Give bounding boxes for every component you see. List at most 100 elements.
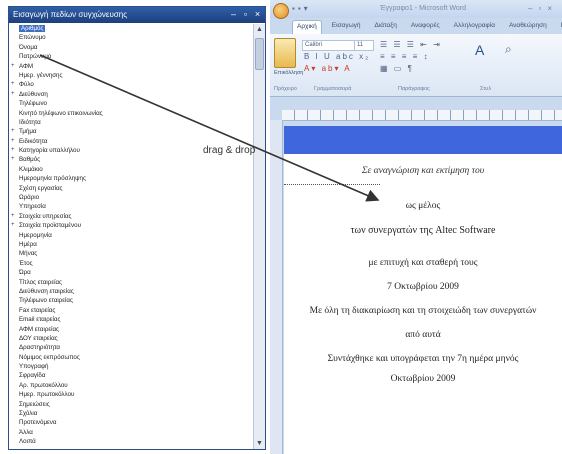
- field-list-item[interactable]: Άλλα: [9, 428, 253, 437]
- ribbon-tab[interactable]: Αναφορές: [407, 20, 444, 34]
- editing-icon[interactable]: ⌕: [505, 42, 514, 57]
- field-list-item[interactable]: Έτος: [9, 259, 253, 268]
- expand-icon[interactable]: +: [11, 221, 15, 230]
- doc-line-4: των συνεργατών της Altec Software: [350, 225, 496, 236]
- list-icons[interactable]: ☰ ☰ ☰ ⇤ ⇥: [380, 40, 442, 49]
- field-list-item[interactable]: Fax εταιρείας: [9, 306, 253, 315]
- vertical-ruler[interactable]: [270, 120, 283, 454]
- field-list-item[interactable]: + Διεύθυνση: [9, 90, 253, 99]
- field-list-item[interactable]: + Τμήμα: [9, 127, 253, 136]
- ribbon-tab[interactable]: Εισαγωγή: [328, 20, 365, 34]
- field-item-label: Έτος: [19, 259, 33, 267]
- field-item-label: Ειδικότητα: [19, 137, 48, 145]
- field-list-item[interactable]: + Φύλο: [9, 80, 253, 89]
- field-list-item[interactable]: Σχέση εργασίας: [9, 184, 253, 193]
- field-item-label: Προτεινόμενα: [19, 419, 57, 427]
- field-list-item[interactable]: ΔΟΥ εταιρείας: [9, 334, 253, 343]
- quick-access-toolbar[interactable]: ▪▪▾: [292, 4, 311, 13]
- field-list-item[interactable]: Ώρα: [9, 268, 253, 277]
- field-list-item[interactable]: Επώνυμο: [9, 33, 253, 42]
- expand-icon[interactable]: +: [11, 62, 15, 71]
- field-list-item[interactable]: + Στοιχεία προϊσταμένου: [9, 221, 253, 230]
- field-item-label: Φύλο: [19, 81, 34, 89]
- field-list-item[interactable]: Ημερομηνία πρόσληψης: [9, 174, 253, 183]
- field-list-item[interactable]: Σημειώσεις: [9, 400, 253, 409]
- field-list-item[interactable]: Ημερομηνία: [9, 231, 253, 240]
- office-button-icon[interactable]: [273, 3, 289, 19]
- field-list-item[interactable]: Σφραγίδα: [9, 371, 253, 380]
- ribbon-tab[interactable]: Αλληλογραφία: [450, 20, 499, 34]
- field-list-item[interactable]: Μήνας: [9, 249, 253, 258]
- panel-scrollbar[interactable]: ▲ ▼: [253, 24, 265, 449]
- field-list-item[interactable]: + ΑΦΜ: [9, 62, 253, 71]
- expand-icon[interactable]: +: [11, 155, 15, 164]
- scroll-down-icon[interactable]: ▼: [254, 438, 265, 449]
- expand-icon[interactable]: +: [11, 137, 15, 146]
- font-color-icons[interactable]: A▾ ab▾ A: [304, 64, 352, 73]
- field-list-item[interactable]: + Βαθμός: [9, 155, 253, 164]
- field-list-item[interactable]: Λοιπά: [9, 437, 253, 446]
- field-item-label: Όνομα: [19, 43, 38, 51]
- expand-icon[interactable]: +: [11, 212, 15, 221]
- doc-line-10: Οκτωβρίου 2009: [390, 374, 456, 384]
- field-list-item[interactable]: Ημερ. γέννησης: [9, 71, 253, 80]
- field-list-item[interactable]: Τηλέφωνο εταιρείας: [9, 296, 253, 305]
- scroll-up-icon[interactable]: ▲: [254, 24, 265, 35]
- expand-icon[interactable]: +: [11, 146, 15, 155]
- field-list-item[interactable]: Ημερ. πρωτοκόλλου: [9, 390, 253, 399]
- ribbon-tab[interactable]: Αναθεώρηση: [505, 20, 551, 34]
- doc-line-8: από αυτά: [405, 330, 441, 340]
- field-list-item[interactable]: Ωράριο: [9, 193, 253, 202]
- field-item-label: Λοιπά: [19, 438, 36, 446]
- field-list-item[interactable]: Αρ. πρωτοκόλλου: [9, 381, 253, 390]
- field-list-item[interactable]: Ιδιότητα: [9, 118, 253, 127]
- field-list-item[interactable]: Κλιμάκιο: [9, 165, 253, 174]
- paste-button[interactable]: [274, 38, 296, 68]
- field-list-item[interactable]: Νόμιμος εκπρόσωπος: [9, 353, 253, 362]
- scroll-thumb[interactable]: [255, 38, 264, 70]
- field-list-item[interactable]: Κινητό τηλέφωνο επικοινωνίας: [9, 109, 253, 118]
- field-list-item[interactable]: Προτεινόμενα: [9, 418, 253, 427]
- expand-icon[interactable]: +: [11, 90, 15, 99]
- field-list-item[interactable]: Αριθμός: [9, 24, 253, 33]
- doc-line-1: Σε αναγνώριση και εκτίμηση του: [361, 166, 485, 176]
- ribbon-tab[interactable]: Διάταξη: [371, 20, 401, 34]
- close-icon[interactable]: ×: [252, 9, 263, 20]
- window-controls[interactable]: –▫×: [528, 4, 558, 13]
- field-list-item[interactable]: Ημέρα: [9, 240, 253, 249]
- field-list-item[interactable]: Τηλέφωνο: [9, 99, 253, 108]
- field-list-item[interactable]: Διεύθυνση εταιρείας: [9, 287, 253, 296]
- field-list-item[interactable]: Υπηρεσία: [9, 202, 253, 211]
- group-label-font: Γραμματοσειρά: [314, 86, 352, 92]
- field-list-item[interactable]: Δραστηριότητα: [9, 343, 253, 352]
- field-item-label: Τίτλος εταιρείας: [19, 278, 63, 286]
- font-name-box[interactable]: Calibri: [302, 40, 356, 51]
- field-list-item[interactable]: + Στοιχεία υπηρεσίας: [9, 212, 253, 221]
- styles-icon[interactable]: A: [475, 42, 486, 58]
- expand-icon[interactable]: +: [11, 127, 15, 136]
- field-list-item[interactable]: Υπογραφή: [9, 362, 253, 371]
- field-list-item[interactable]: Όνομα: [9, 43, 253, 52]
- field-list-item[interactable]: Email εταιρείας: [9, 315, 253, 324]
- shading-icons[interactable]: ▦ ▭ ¶: [380, 64, 414, 73]
- restore-icon[interactable]: ▫: [240, 9, 251, 20]
- field-list-item[interactable]: ΑΦΜ εταιρείας: [9, 325, 253, 334]
- field-list-item[interactable]: Σχόλια: [9, 409, 253, 418]
- doc-line-3: ως μέλος: [405, 201, 441, 211]
- merge-field-placeholder[interactable]: [284, 176, 380, 185]
- minimize-icon[interactable]: –: [228, 9, 239, 20]
- ribbon-tab[interactable]: Προβολή: [557, 20, 562, 34]
- field-list-item[interactable]: Τίτλος εταιρείας: [9, 278, 253, 287]
- field-item-label: Ημερομηνία: [19, 231, 52, 239]
- document-page[interactable]: Σε αναγνώριση και εκτίμηση του ως μέλος …: [284, 126, 562, 454]
- horizontal-ruler[interactable]: [282, 110, 562, 121]
- format-icons-row1[interactable]: B I U abc x₂: [304, 52, 370, 61]
- align-icons[interactable]: ≡ ≡ ≡ ≡ ↕: [380, 52, 430, 61]
- field-item-label: ΑΦΜ εταιρείας: [19, 325, 60, 333]
- field-item-label: Νόμιμος εκπρόσωπος: [19, 353, 80, 361]
- field-list-item[interactable]: Πατρώνυμο: [9, 52, 253, 61]
- ribbon-tab[interactable]: Αρχική: [292, 20, 322, 34]
- document-body[interactable]: Σε αναγνώριση και εκτίμηση του ως μέλος …: [284, 154, 562, 384]
- font-size-box[interactable]: 11: [354, 40, 374, 51]
- expand-icon[interactable]: +: [11, 80, 15, 89]
